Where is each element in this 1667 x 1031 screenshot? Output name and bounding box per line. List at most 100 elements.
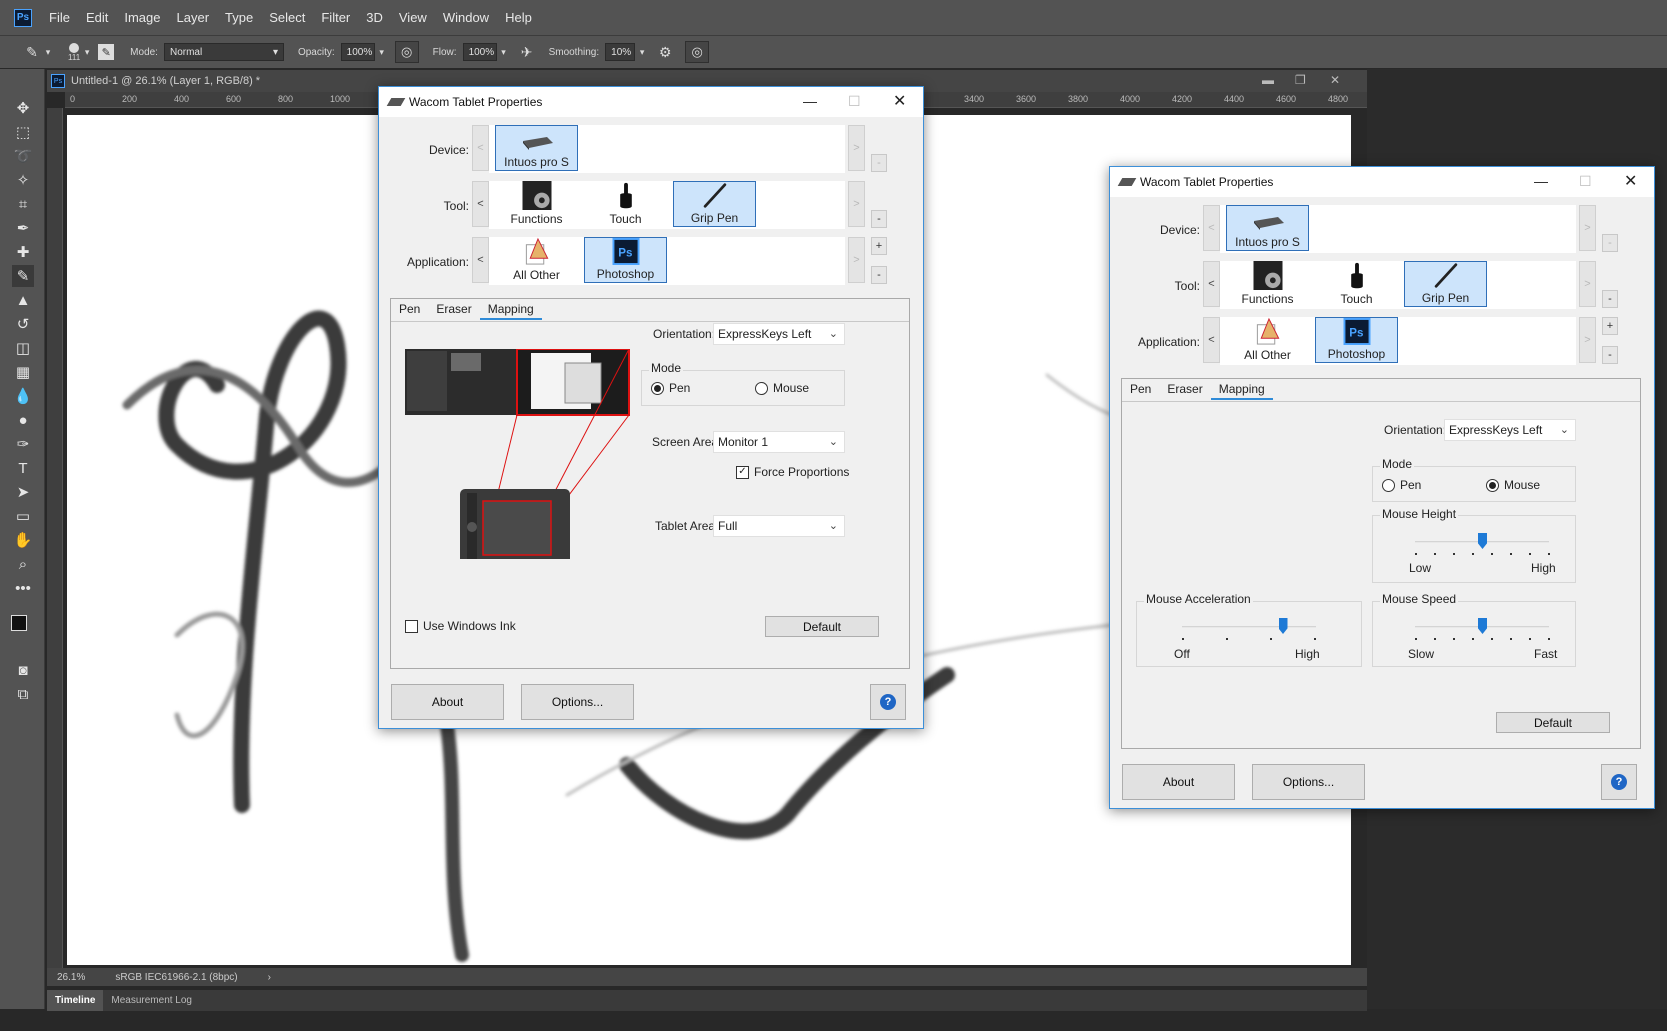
menu-file[interactable]: File (49, 10, 70, 25)
tool-item-functions[interactable]: Functions (1226, 261, 1309, 307)
tool-item-touch[interactable]: Touch (1315, 261, 1398, 307)
help-button[interactable]: ? (1601, 764, 1637, 800)
device-scroll-left-icon[interactable]: < (472, 125, 489, 171)
tool-scroll-right-icon[interactable]: > (848, 181, 865, 227)
maximize-icon[interactable]: ☐ (1579, 173, 1592, 190)
use-windows-ink-checkbox[interactable]: Use Windows Ink (405, 619, 516, 633)
gradient-tool-icon[interactable]: ▦ (12, 361, 34, 383)
mode-pen-radio[interactable]: Pen (1382, 478, 1421, 492)
device-item[interactable]: Intuos pro S (1226, 205, 1309, 251)
lasso-tool-icon[interactable]: ➰ (12, 145, 34, 167)
brush-preset-picker[interactable]: 111 (68, 42, 80, 62)
tool-scroll-right-icon[interactable]: > (1579, 261, 1596, 307)
tool-item-touch[interactable]: Touch (584, 181, 667, 227)
screen-area-select[interactable]: Monitor 1 ⌄ (713, 431, 845, 453)
menu-help[interactable]: Help (505, 10, 532, 25)
device-scroll-right-icon[interactable]: > (848, 125, 865, 171)
device-item[interactable]: Intuos pro S (495, 125, 578, 171)
app-item-all-other[interactable]: All Other (1226, 317, 1309, 363)
pressure-size-icon[interactable]: ◎ (685, 41, 710, 63)
doc-maximize-icon[interactable]: ❐ (1295, 73, 1306, 87)
brush-tool-icon[interactable]: ✎ (12, 265, 34, 287)
mode-mouse-radio[interactable]: Mouse (755, 381, 809, 395)
magic-wand-tool-icon[interactable]: ✧ (12, 169, 34, 191)
add-application-button[interactable]: + (871, 237, 887, 255)
tablet-area-select[interactable]: Full ⌄ (713, 515, 845, 537)
minimize-icon[interactable]: — (1534, 173, 1548, 189)
tool-scroll-left-icon[interactable]: < (1203, 261, 1220, 307)
options-button[interactable]: Options... (1252, 764, 1365, 800)
maximize-icon[interactable]: ☐ (848, 93, 861, 110)
tab-timeline[interactable]: Timeline (47, 990, 104, 1011)
pen-tool-icon[interactable]: ✑ (12, 433, 34, 455)
remove-application-button[interactable]: - (1602, 346, 1618, 364)
marquee-tool-icon[interactable]: ⬚ (12, 121, 34, 143)
remove-device-button[interactable]: - (871, 154, 887, 172)
mouse-acceleration-slider[interactable] (1182, 626, 1316, 628)
flow-field[interactable]: 100% (462, 43, 497, 61)
pressure-opacity-icon[interactable]: ◎ (394, 41, 419, 63)
orientation-select[interactable]: ExpressKeys Left ⌄ (1444, 419, 1576, 441)
chevron-right-icon[interactable]: › (258, 972, 281, 983)
opacity-field[interactable]: 100% (340, 43, 375, 61)
remove-tool-button[interactable]: - (1602, 290, 1618, 308)
application-scroll-right-icon[interactable]: > (848, 237, 865, 283)
healing-brush-tool-icon[interactable]: ✚ (12, 241, 34, 263)
tab-pen[interactable]: Pen (391, 300, 428, 320)
menu-type[interactable]: Type (225, 10, 253, 25)
tab-mapping[interactable]: Mapping (1210, 380, 1273, 400)
menu-select[interactable]: Select (269, 10, 305, 25)
minimize-icon[interactable]: — (803, 93, 817, 109)
menu-image[interactable]: Image (124, 10, 160, 25)
application-scroll-right-icon[interactable]: > (1579, 317, 1596, 363)
chevron-down-icon[interactable]: ▾ (635, 42, 649, 62)
smoothing-field[interactable]: 10% (605, 43, 636, 61)
tab-eraser[interactable]: Eraser (428, 300, 479, 320)
default-button[interactable]: Default (765, 616, 879, 637)
menu-3d[interactable]: 3D (366, 10, 383, 25)
remove-tool-button[interactable]: - (871, 210, 887, 228)
rectangle-tool-icon[interactable]: ▭ (12, 505, 34, 527)
foreground-color-swatch[interactable] (11, 615, 27, 631)
menu-edit[interactable]: Edit (86, 10, 108, 25)
tab-eraser[interactable]: Eraser (1159, 380, 1210, 400)
remove-application-button[interactable]: - (871, 266, 887, 284)
quick-mask-icon[interactable]: ◙ (12, 659, 34, 681)
tool-item-grip-pen[interactable]: Grip Pen (1404, 261, 1487, 307)
zoom-tool-icon[interactable]: ⌕ (12, 553, 34, 575)
default-button[interactable]: Default (1496, 712, 1610, 733)
about-button[interactable]: About (1122, 764, 1235, 800)
brush-tool-icon[interactable]: ✎ (22, 42, 42, 62)
tool-item-functions[interactable]: Functions (495, 181, 578, 227)
eyedropper-tool-icon[interactable]: ✒ (12, 217, 34, 239)
path-selection-tool-icon[interactable]: ➤ (12, 481, 34, 503)
hand-tool-icon[interactable]: ✋ (12, 529, 34, 551)
blur-tool-icon[interactable]: 💧 (12, 385, 34, 407)
brush-panel-icon[interactable]: ✎ (98, 44, 115, 60)
menu-window[interactable]: Window (443, 10, 489, 25)
type-tool-icon[interactable]: T (12, 457, 34, 479)
add-application-button[interactable]: + (1602, 317, 1618, 335)
force-proportions-checkbox[interactable]: ✓ Force Proportions (736, 465, 849, 479)
device-scroll-right-icon[interactable]: > (1579, 205, 1596, 251)
chevron-down-icon[interactable]: ▾ (497, 42, 511, 62)
menu-filter[interactable]: Filter (321, 10, 350, 25)
menu-view[interactable]: View (399, 10, 427, 25)
mode-select[interactable]: Normal ▾ (163, 43, 284, 61)
close-icon[interactable]: ✕ (893, 91, 906, 111)
chevron-down-icon[interactable]: ▾ (80, 42, 94, 62)
mode-mouse-radio[interactable]: Mouse (1486, 478, 1540, 492)
tab-mapping[interactable]: Mapping (479, 300, 542, 320)
crop-tool-icon[interactable]: ⌗ (12, 193, 34, 215)
screen-mode-icon[interactable]: ⧉ (12, 683, 34, 705)
move-tool-icon[interactable]: ✥ (12, 97, 34, 119)
mode-pen-radio[interactable]: Pen (651, 381, 690, 395)
app-item-photoshop[interactable]: Ps Photoshop (1315, 317, 1398, 363)
device-scroll-left-icon[interactable]: < (1203, 205, 1220, 251)
tab-pen[interactable]: Pen (1122, 380, 1159, 400)
airbrush-icon[interactable]: ✈ (517, 42, 537, 62)
application-scroll-left-icon[interactable]: < (1203, 317, 1220, 363)
chevron-down-icon[interactable]: ▾ (42, 42, 54, 62)
menu-layer[interactable]: Layer (177, 10, 210, 25)
tool-item-grip-pen[interactable]: Grip Pen (673, 181, 756, 227)
